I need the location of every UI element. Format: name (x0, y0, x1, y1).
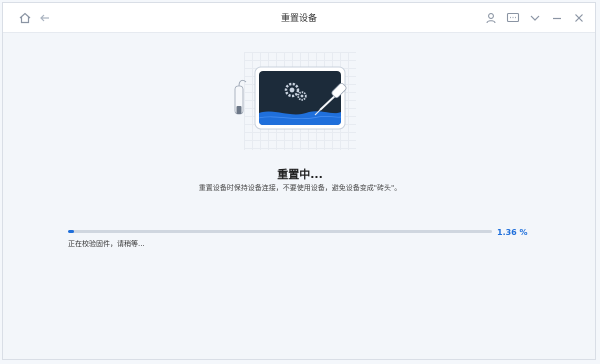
reset-illustration (234, 66, 347, 130)
progress-fill (68, 230, 74, 233)
progress-percent: 1.36 % (497, 228, 528, 237)
instruction-text: 重置设备时保持设备连接，不要使用设备，避免设备变成"砖头"。 (198, 184, 402, 192)
progress-status: 正在校验固件，请稍等... (68, 240, 145, 248)
usb-cable-icon (234, 79, 247, 115)
progress-bar (68, 230, 492, 233)
status-heading: 重置中... (277, 168, 323, 181)
